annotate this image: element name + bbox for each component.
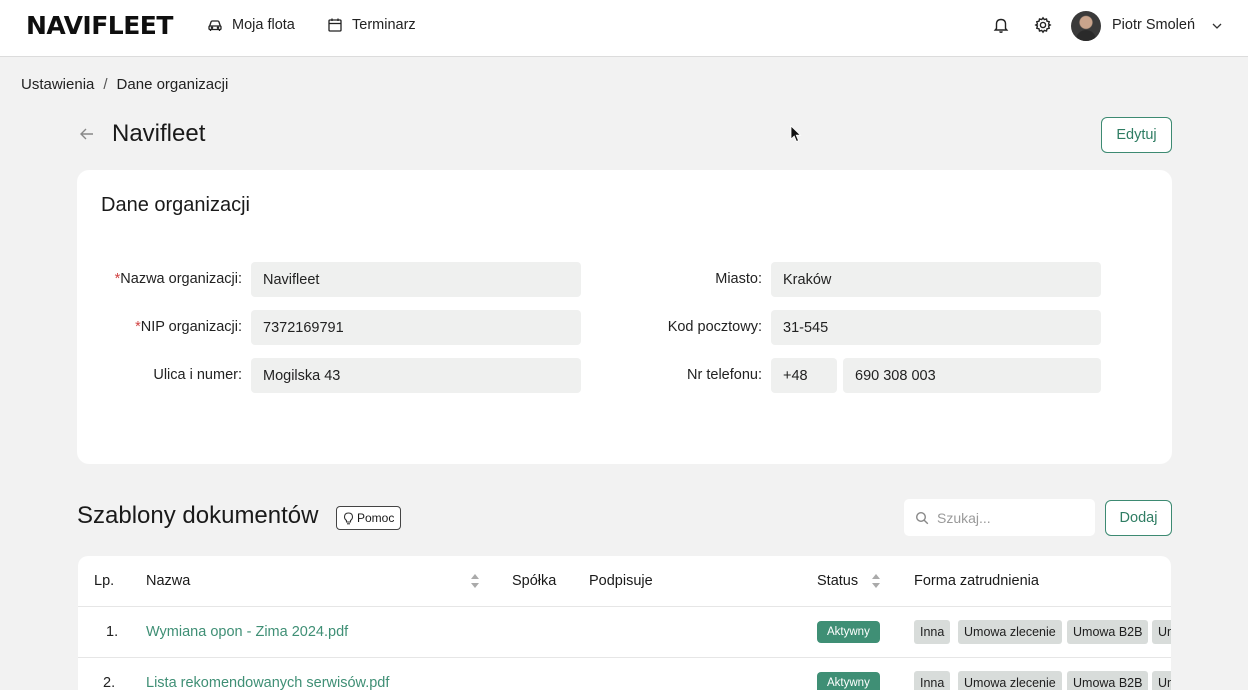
column-header-signs: Podpisuje — [589, 573, 653, 589]
calendar-icon — [328, 18, 342, 32]
search-input[interactable] — [937, 509, 1077, 526]
search-box[interactable] — [904, 499, 1095, 536]
row-number: 2. — [103, 675, 116, 690]
avatar[interactable] — [1071, 11, 1101, 41]
employment-tag: Inna — [914, 671, 951, 690]
street-label: Ulica i numer: — [153, 367, 242, 383]
nip-label: *NIP organizacji: — [97, 319, 242, 335]
status-badge: Aktywny — [817, 621, 880, 643]
top-bar: NAVIFLEET Moja flota Terminarz Piotr Smo… — [0, 0, 1248, 57]
template-link[interactable]: Lista rekomendowanych serwisów.pdf — [146, 675, 389, 690]
column-header-status[interactable]: Status — [817, 573, 858, 589]
nav-terminarz[interactable]: Terminarz — [327, 17, 416, 33]
breadcrumb-root[interactable]: Ustawienia — [21, 76, 94, 93]
org-name-label-text: Nazwa organizacji: — [120, 271, 242, 287]
row-divider — [78, 657, 1171, 658]
templates-title: Szablony dokumentów — [77, 502, 319, 529]
city-field[interactable]: Kraków — [771, 262, 1101, 297]
column-header-employment: Forma zatrudnienia — [914, 573, 1039, 589]
column-header-name[interactable]: Nazwa — [146, 573, 190, 589]
chevron-down-icon[interactable] — [1210, 19, 1224, 33]
nav-label: Terminarz — [352, 17, 416, 33]
nav-label: Moja flota — [232, 17, 295, 33]
employment-tag: Umowa B2B — [1067, 671, 1149, 690]
user-name[interactable]: Piotr Smoleń — [1112, 17, 1195, 33]
logo[interactable]: NAVIFLEET — [26, 11, 173, 40]
organization-card: Dane organizacji *Nazwa organizacji: Nav… — [77, 170, 1172, 464]
breadcrumb-separator: / — [103, 76, 108, 93]
phone-number-field[interactable]: 690 308 003 — [843, 358, 1101, 393]
org-name-label: *Nazwa organizacji: — [97, 271, 242, 287]
employment-tag: Umowa B2B — [1067, 620, 1149, 644]
employment-tag: Umowa zlecenie — [958, 671, 1062, 690]
help-label: Pomoc — [357, 511, 395, 525]
row-number: 1. — [106, 624, 119, 640]
phone-label: Nr telefonu: — [687, 367, 762, 383]
nip-field[interactable]: 7372169791 — [251, 310, 581, 345]
breadcrumb: Ustawienia / Dane organizacji — [21, 76, 228, 93]
gear-icon[interactable] — [1034, 16, 1052, 34]
employment-tag: Inna — [914, 620, 951, 644]
employment-tag: Um — [1152, 620, 1171, 644]
row-divider — [78, 606, 1171, 607]
sort-icon[interactable] — [470, 573, 480, 589]
car-icon — [208, 20, 222, 31]
employment-tag: Umowa zlecenie — [958, 620, 1062, 644]
add-button[interactable]: Dodaj — [1105, 500, 1172, 536]
page-title: Navifleet — [112, 120, 206, 147]
org-name-field[interactable]: Navifleet — [251, 262, 581, 297]
help-button[interactable]: Pomoc — [336, 506, 402, 530]
column-header-lp: Lp. — [94, 573, 115, 589]
search-icon — [915, 511, 929, 524]
street-field[interactable]: Mogilska 43 — [251, 358, 581, 393]
employment-tag: Um — [1152, 671, 1171, 690]
mouse-cursor-icon — [790, 125, 802, 143]
breadcrumb-current: Dane organizacji — [116, 76, 229, 93]
nip-label-text: NIP organizacji: — [140, 319, 242, 335]
back-arrow-icon[interactable] — [78, 125, 96, 143]
city-label: Miasto: — [715, 271, 762, 287]
sort-icon[interactable] — [871, 573, 881, 589]
status-badge: Aktywny — [817, 672, 880, 690]
column-header-company: Spółka — [512, 573, 557, 589]
template-link[interactable]: Wymiana opon - Zima 2024.pdf — [146, 624, 348, 640]
bell-icon[interactable] — [992, 16, 1010, 34]
edit-button[interactable]: Edytuj — [1101, 117, 1172, 153]
templates-table: Lp. Nazwa Spółka Podpisuje Status Forma … — [78, 556, 1171, 690]
lightbulb-icon — [343, 511, 354, 524]
card-title: Dane organizacji — [101, 194, 250, 216]
postal-label: Kod pocztowy: — [667, 319, 762, 335]
phone-prefix-field[interactable]: +48 — [771, 358, 837, 393]
postal-field[interactable]: 31-545 — [771, 310, 1101, 345]
nav-moja-flota[interactable]: Moja flota — [207, 17, 295, 33]
